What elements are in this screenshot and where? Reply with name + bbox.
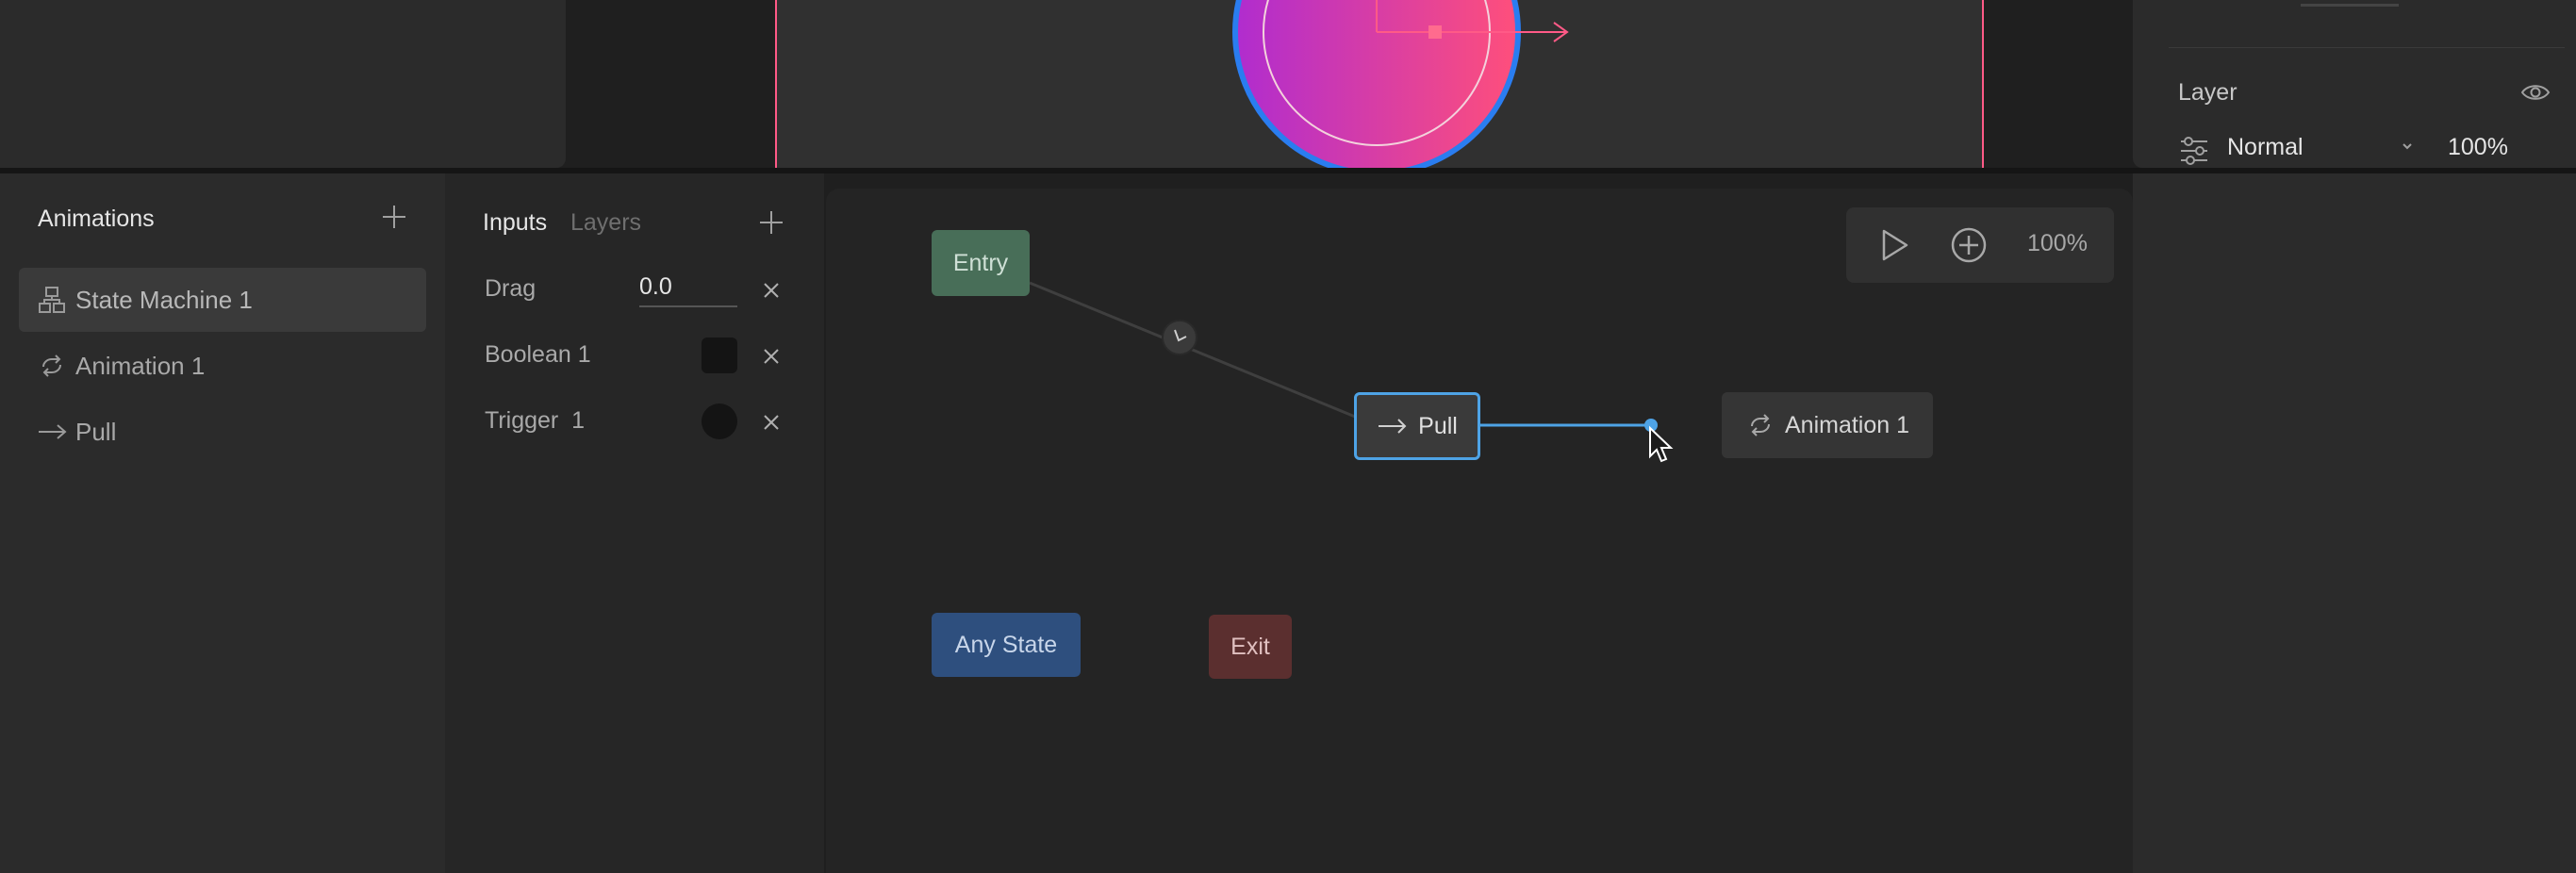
- arrow-right-icon: [36, 416, 68, 448]
- play-icon[interactable]: [1878, 228, 1910, 262]
- input-label: Trigger 1: [485, 406, 586, 434]
- delete-input-icon[interactable]: [760, 345, 783, 368]
- section-divider: [2169, 47, 2565, 48]
- animation-item-state-machine[interactable]: State Machine 1: [19, 268, 426, 332]
- inspector-panel: Layer Normal 100%: [2133, 0, 2576, 168]
- input-row-boolean: Boolean 1: [485, 336, 786, 373]
- node-entry[interactable]: Entry: [932, 230, 1030, 296]
- opacity-field[interactable]: 100%: [2448, 134, 2542, 166]
- animation-item-pull[interactable]: Pull: [19, 400, 426, 464]
- node-label: Animation 1: [1784, 411, 1910, 438]
- input-row-drag: Drag: [485, 270, 786, 307]
- add-input-icon[interactable]: [758, 209, 784, 236]
- node-label: Exit: [1230, 633, 1270, 660]
- delete-input-icon[interactable]: [760, 411, 783, 434]
- trigger-button[interactable]: [702, 404, 737, 439]
- input-label: Boolean 1: [485, 340, 591, 368]
- chevron-down-icon[interactable]: [2401, 141, 2414, 153]
- arrow-right-icon: [1379, 419, 1407, 434]
- blend-mode-value: Normal: [2227, 134, 2304, 160]
- tab-layers[interactable]: Layers: [570, 209, 641, 237]
- node-any-state[interactable]: Any State: [932, 613, 1081, 677]
- delete-input-icon[interactable]: [760, 279, 783, 302]
- tab-inputs[interactable]: Inputs: [483, 209, 547, 237]
- inspector-panel-lower: [2133, 173, 2576, 873]
- animation-item-label: State Machine 1: [75, 285, 253, 314]
- animation-item-label: Pull: [75, 417, 117, 446]
- hierarchy-panel: [0, 0, 566, 168]
- zoom-level[interactable]: 100%: [2027, 230, 2088, 257]
- eye-icon[interactable]: [2519, 81, 2551, 104]
- node-label: Pull: [1418, 412, 1458, 439]
- animation-item-label: Animation 1: [75, 351, 206, 380]
- animations-title: Animations: [38, 206, 155, 232]
- add-animation-icon[interactable]: [381, 204, 407, 230]
- animation-item-animation-1[interactable]: Animation 1: [19, 334, 426, 398]
- input-row-trigger: Trigger 1: [485, 402, 786, 439]
- node-label: Any State: [954, 631, 1058, 658]
- add-state-icon[interactable]: [1950, 226, 1988, 264]
- layer-label: Layer: [2178, 79, 2237, 106]
- loop-icon: [1750, 414, 1770, 436]
- blend-mode-select[interactable]: Normal: [2227, 134, 2416, 166]
- node-pull[interactable]: Pull: [1354, 392, 1480, 460]
- boolean-checkbox[interactable]: [702, 338, 737, 373]
- drag-value-input[interactable]: 0.0: [639, 273, 737, 307]
- node-exit[interactable]: Exit: [1209, 615, 1292, 679]
- state-machine-icon: [36, 284, 68, 316]
- loop-icon: [36, 350, 68, 382]
- input-label: Drag: [485, 274, 537, 302]
- node-animation-1[interactable]: Animation 1: [1722, 392, 1933, 458]
- node-label: Entry: [952, 249, 1009, 276]
- blend-settings-icon[interactable]: [2178, 136, 2210, 166]
- circle-shape[interactable]: [1226, 0, 1584, 168]
- panel-divider: [2301, 4, 2399, 7]
